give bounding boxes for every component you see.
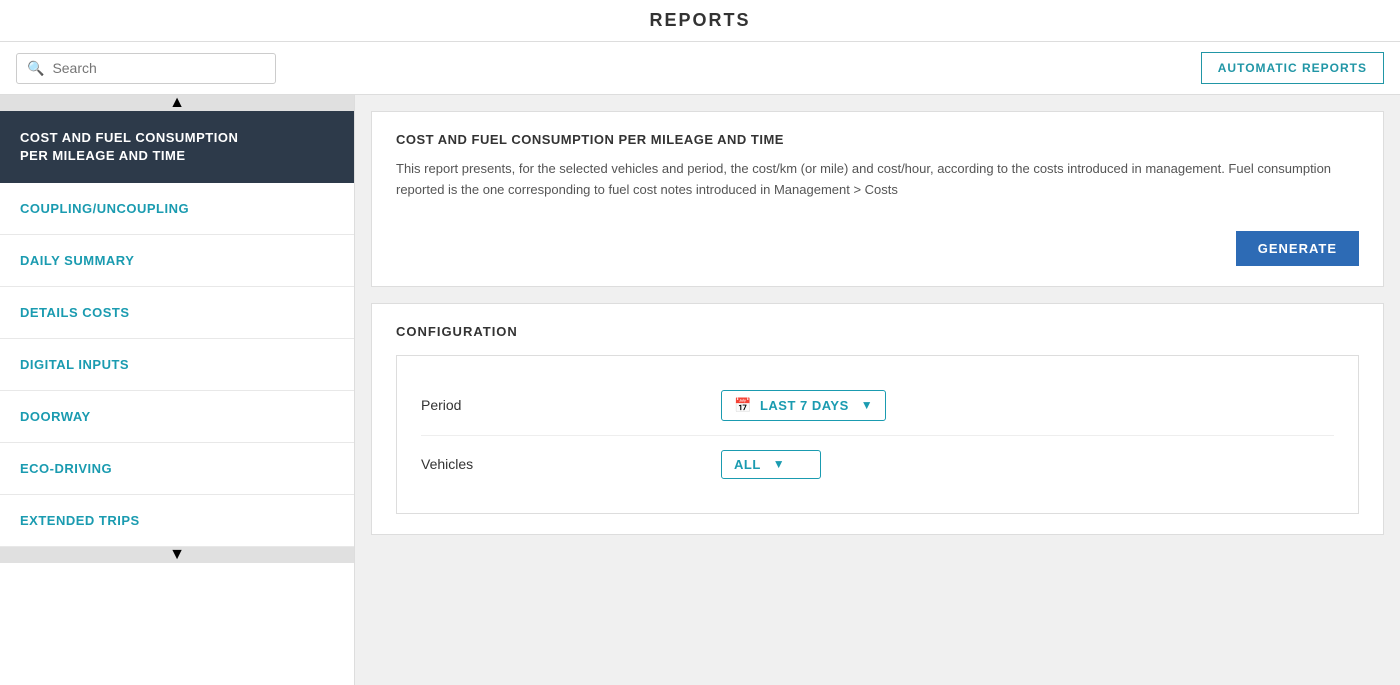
vehicles-label: Vehicles <box>421 456 721 472</box>
period-dropdown-arrow: ▼ <box>861 398 873 412</box>
sidebar-item-eco-driving[interactable]: ECO-DRIVING <box>0 443 354 495</box>
content-area: COST AND FUEL CONSUMPTION PER MILEAGE AN… <box>355 95 1400 685</box>
config-card: CONFIGURATION Period 📅 LAST 7 DAYS ▼ Veh… <box>371 303 1384 535</box>
vehicles-value: ALL <box>734 457 761 472</box>
page-title-bar: REPORTS <box>0 0 1400 42</box>
sidebar-item-daily-summary[interactable]: DAILY SUMMARY <box>0 235 354 287</box>
sidebar-item-digital-inputs[interactable]: DIGITAL INPUTS <box>0 339 354 391</box>
config-inner: Period 📅 LAST 7 DAYS ▼ Vehicles ALL ▼ <box>396 355 1359 514</box>
sidebar-scroll-up[interactable]: ▲ <box>0 95 354 111</box>
sidebar-scroll-down[interactable]: ▼ <box>0 547 354 563</box>
vehicles-dropdown-arrow: ▼ <box>773 457 785 471</box>
generate-button[interactable]: GENERATE <box>1236 231 1359 266</box>
report-info-desc: This report presents, for the selected v… <box>396 159 1359 201</box>
sidebar-item-doorway[interactable]: DOORWAY <box>0 391 354 443</box>
sidebar-item-cost-fuel[interactable]: COST AND FUEL CONSUMPTIONPER MILEAGE AND… <box>0 111 354 183</box>
report-info-card: COST AND FUEL CONSUMPTION PER MILEAGE AN… <box>371 111 1384 287</box>
period-select[interactable]: 📅 LAST 7 DAYS ▼ <box>721 390 886 421</box>
report-info-title: COST AND FUEL CONSUMPTION PER MILEAGE AN… <box>396 132 1359 147</box>
period-label: Period <box>421 397 721 413</box>
calendar-icon: 📅 <box>734 397 752 414</box>
sidebar-item-details-costs[interactable]: DETAILS COSTS <box>0 287 354 339</box>
period-row: Period 📅 LAST 7 DAYS ▼ <box>421 376 1334 435</box>
sidebar: ▲ COST AND FUEL CONSUMPTIONPER MILEAGE A… <box>0 95 355 685</box>
toolbar: 🔍 AUTOMATIC REPORTS <box>0 42 1400 95</box>
page-title: REPORTS <box>649 10 750 30</box>
config-title: CONFIGURATION <box>396 324 1359 339</box>
period-value: LAST 7 DAYS <box>760 398 849 413</box>
search-box[interactable]: 🔍 <box>16 53 276 84</box>
vehicles-row: Vehicles ALL ▼ <box>421 435 1334 493</box>
main-layout: ▲ COST AND FUEL CONSUMPTIONPER MILEAGE A… <box>0 95 1400 685</box>
search-input[interactable] <box>52 60 265 76</box>
sidebar-item-coupling[interactable]: COUPLING/UNCOUPLING <box>0 183 354 235</box>
search-icon: 🔍 <box>27 60 44 77</box>
vehicles-select[interactable]: ALL ▼ <box>721 450 821 479</box>
sidebar-item-extended-trips[interactable]: EXTENDED TRIPS <box>0 495 354 547</box>
auto-reports-button[interactable]: AUTOMATIC REPORTS <box>1201 52 1384 84</box>
